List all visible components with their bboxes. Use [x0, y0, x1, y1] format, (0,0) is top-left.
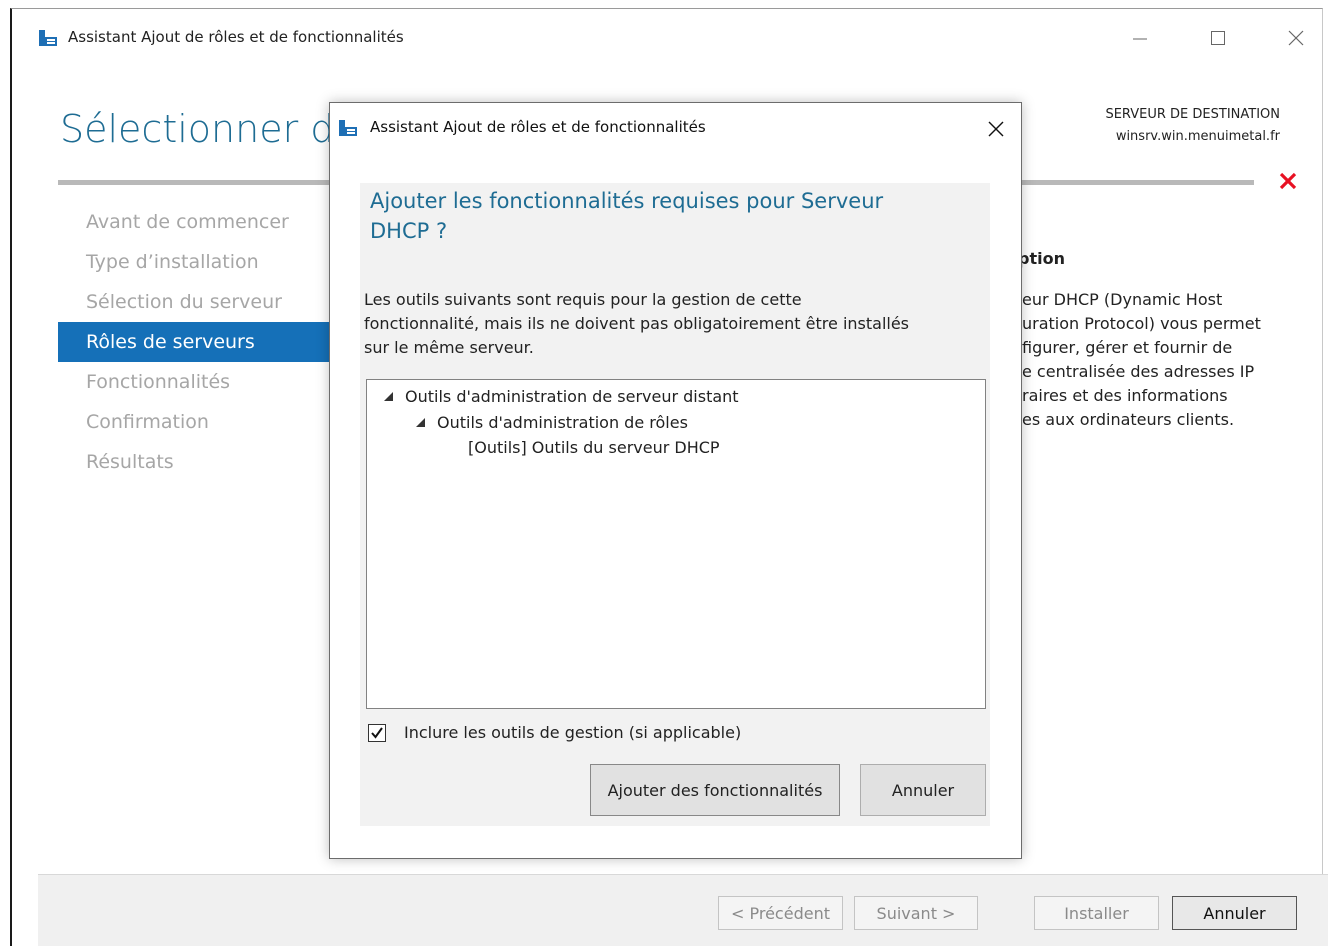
nav-item-resultats[interactable]: Résultats — [58, 442, 358, 482]
main-window-title: Assistant Ajout de rôles et de fonctionn… — [68, 28, 404, 46]
description-text: eur DHCP (Dynamic Host uration Protocol)… — [1022, 288, 1322, 432]
dialog-title: Assistant Ajout de rôles et de fonctionn… — [370, 118, 706, 136]
dialog-body-line: sur le même serveur. — [364, 338, 534, 357]
include-tools-option[interactable]: Inclure les outils de gestion (si applic… — [368, 723, 741, 742]
server-manager-icon — [39, 30, 57, 46]
nav-item-fonctionnalites[interactable]: Fonctionnalités — [58, 362, 358, 402]
add-features-button[interactable]: Ajouter des fonctionnalités — [590, 764, 840, 816]
close-icon — [988, 121, 1004, 137]
description-line: figurer, gérer et fournir de — [1022, 338, 1233, 357]
nav-item-confirmation[interactable]: Confirmation — [58, 402, 358, 442]
wizard-button-bar: < Précédent Suivant > Installer Annuler — [38, 874, 1328, 946]
dialog-body-line: fonctionnalité, mais ils ne doivent pas … — [364, 314, 910, 333]
install-button[interactable]: Installer — [1034, 896, 1159, 930]
include-tools-label: Inclure les outils de gestion (si applic… — [404, 723, 742, 742]
dialog-cancel-button[interactable]: Annuler — [860, 764, 986, 816]
description-header: ption — [1018, 249, 1065, 268]
dialog-heading: Ajouter les fonctionnalités requises pou… — [370, 186, 960, 246]
dialog-heading-line: Ajouter les fonctionnalités requises pou… — [370, 189, 884, 213]
destination-label: SERVEUR DE DESTINATION — [1105, 107, 1280, 122]
tree-item-label: Outils d'administration de rôles — [437, 413, 688, 432]
cancel-button[interactable]: Annuler — [1172, 896, 1297, 930]
dialog-close-button[interactable] — [978, 113, 1014, 145]
expand-triangle-icon[interactable] — [413, 416, 427, 430]
main-titlebar[interactable]: Assistant Ajout de rôles et de fonctionn… — [12, 9, 1322, 61]
dialog-body-text: Les outils suivants sont requis pour la … — [364, 288, 974, 360]
close-button[interactable] — [1276, 23, 1316, 53]
dialog-content: Ajouter les fonctionnalités requises pou… — [360, 183, 990, 826]
tree-item-label: Outils d'administration de serveur dista… — [405, 387, 739, 406]
add-features-dialog: Assistant Ajout de rôles et de fonctionn… — [329, 102, 1022, 859]
nav-item-roles-serveurs[interactable]: Rôles de serveurs — [58, 322, 358, 362]
dialog-titlebar[interactable]: Assistant Ajout de rôles et de fonctionn… — [330, 103, 1021, 153]
nav-item-selection-serveur[interactable]: Sélection du serveur — [58, 282, 358, 322]
description-line: uration Protocol) vous permet — [1022, 314, 1261, 333]
tree-item-label: [Outils] Outils du serveur DHCP — [468, 438, 720, 457]
maximize-button[interactable] — [1198, 23, 1238, 53]
checkmark-icon — [371, 726, 383, 739]
dialog-body-line: Les outils suivants sont requis pour la … — [364, 290, 802, 309]
tree-item[interactable]: Outils d'administration de rôles — [413, 413, 688, 432]
nav-item-avant-de-commencer[interactable]: Avant de commencer — [58, 202, 358, 242]
tree-item[interactable]: Outils d'administration de serveur dista… — [381, 387, 739, 406]
wizard-nav: Avant de commencer Type d’installation S… — [58, 202, 358, 482]
description-line: es aux ordinateurs clients. — [1022, 410, 1235, 429]
previous-button[interactable]: < Précédent — [718, 896, 843, 930]
expand-triangle-icon[interactable] — [381, 390, 395, 404]
features-tree[interactable]: Outils d'administration de serveur dista… — [366, 379, 986, 709]
include-tools-checkbox[interactable] — [368, 723, 386, 742]
error-x-icon[interactable] — [1276, 169, 1300, 193]
description-line: e centralisée des adresses IP — [1022, 362, 1255, 381]
dialog-heading-line: DHCP ? — [370, 219, 448, 243]
server-manager-icon — [339, 120, 357, 136]
tree-item[interactable]: [Outils] Outils du serveur DHCP — [468, 438, 720, 457]
nav-item-type-installation[interactable]: Type d’installation — [58, 242, 358, 282]
minimize-button[interactable] — [1120, 23, 1160, 53]
destination-server: winsrv.win.menuimetal.fr — [1115, 129, 1280, 144]
close-icon — [1288, 30, 1304, 46]
next-button[interactable]: Suivant > — [854, 896, 978, 930]
description-line: eur DHCP (Dynamic Host — [1022, 290, 1223, 309]
maximize-icon — [1211, 31, 1225, 45]
minimize-icon — [1133, 38, 1147, 40]
description-line: raires et des informations — [1022, 386, 1228, 405]
